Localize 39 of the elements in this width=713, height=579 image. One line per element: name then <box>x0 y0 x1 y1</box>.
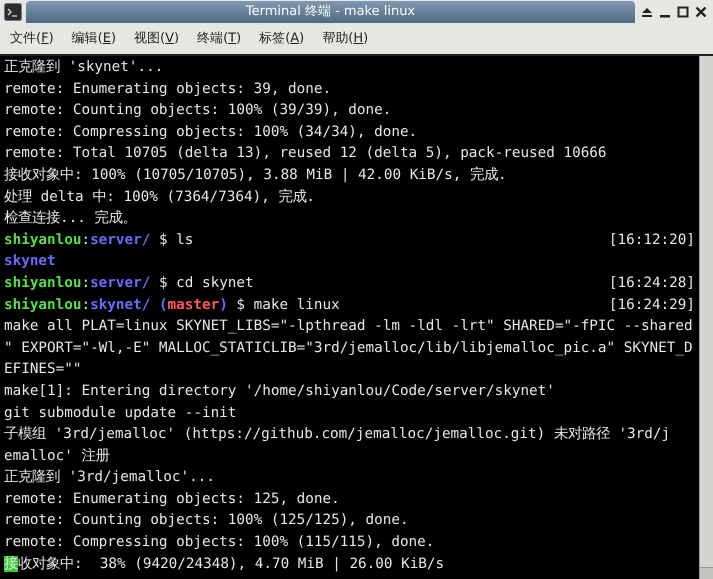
timestamp: [16:24:29] <box>608 296 695 315</box>
terminal-line: 处理 delta 中: 100% (7364/7364), 完成. <box>4 188 316 207</box>
terminal-line: 接收对象中: 38% (9420/24348), 4.70 MiB | 26.00 KiB/s <box>4 554 444 574</box>
timestamp: [16:12:20] <box>608 230 695 250</box>
terminal-line: make[1]: Entering directory '/home/shiyanlou/Code/server/skynet' <box>4 382 555 401</box>
menu-item[interactable]: 终端(T) <box>195 29 244 49</box>
terminal-line: EFINES="" <box>4 360 82 380</box>
menu-item[interactable]: 帮助(H) <box>320 29 370 49</box>
terminal-line: remote: Enumerating objects: 125, done. <box>4 490 340 509</box>
terminal-line: remote: Enumerating objects: 39, done. <box>4 80 332 99</box>
maximize-icon[interactable] <box>677 6 689 18</box>
menu-item[interactable]: 视图(V) <box>132 29 182 49</box>
terminal-line: remote: Counting objects: 100% (125/125), done. <box>4 511 409 530</box>
terminal-line: emalloc' 注册 <box>4 446 110 466</box>
terminal-icon <box>4 3 22 21</box>
shade-icon[interactable] <box>641 6 653 18</box>
menu-item[interactable]: 标签(A) <box>257 29 306 49</box>
terminal-line: remote: Total 10705 (delta 13), reused 12 (delta 5), pack-reused 10666 <box>4 144 607 164</box>
terminal-line: 检查连接... 完成。 <box>4 208 136 228</box>
terminal-line: make all PLAT=linux SKYNET_LIBS="-lpthread -lm -ldl -lrt" SHARED="-fPIC --shared <box>4 317 693 336</box>
scrollbar[interactable] <box>699 56 713 579</box>
terminal-line: skynet <box>4 252 56 272</box>
terminal-line: remote: Compressing objects: 100% (115/115), done. <box>4 533 434 552</box>
terminal-line: git submodule update --init <box>4 404 236 422</box>
terminal-line: remote: Compressing objects: 100% (34/34), done. <box>4 122 418 142</box>
menu-item[interactable]: 文件(F) <box>8 29 56 49</box>
terminal-line: shiyanlou:server/ $ ls <box>4 230 194 250</box>
terminal-line: 接收对象中: 100% (10705/10705), 3.88 MiB | 42.00 KiB/s, 完成. <box>4 166 507 185</box>
terminal-line: shiyanlou:server/ $ cd skynet <box>4 274 254 293</box>
window-title: Terminal 终端 - make linux <box>246 3 416 22</box>
timestamp: [16:24:28] <box>608 274 695 293</box>
close-icon[interactable] <box>695 6 707 18</box>
terminal-line: 正克隆到 '3rd/jemalloc'... <box>4 468 215 488</box>
terminal-line: 正克隆到 'skynet'... <box>4 58 164 77</box>
terminal-line: " EXPORT="-Wl,-E" MALLOC_STATICLIB="3rd/jemalloc/lib/libjemalloc_pic.a" SKYNET_D <box>4 338 693 358</box>
terminal-line: remote: Counting objects: 100% (39/39), done. <box>4 101 392 120</box>
menu-item[interactable]: 编辑(E) <box>70 29 118 49</box>
terminal-line: 子模组 '3rd/jemalloc' (https://github.com/jemalloc/jemalloc.git) 未对路径 '3rd/j <box>4 425 670 444</box>
terminal-line: shiyanlou:skynet/ (master) $ make linux <box>4 296 340 315</box>
